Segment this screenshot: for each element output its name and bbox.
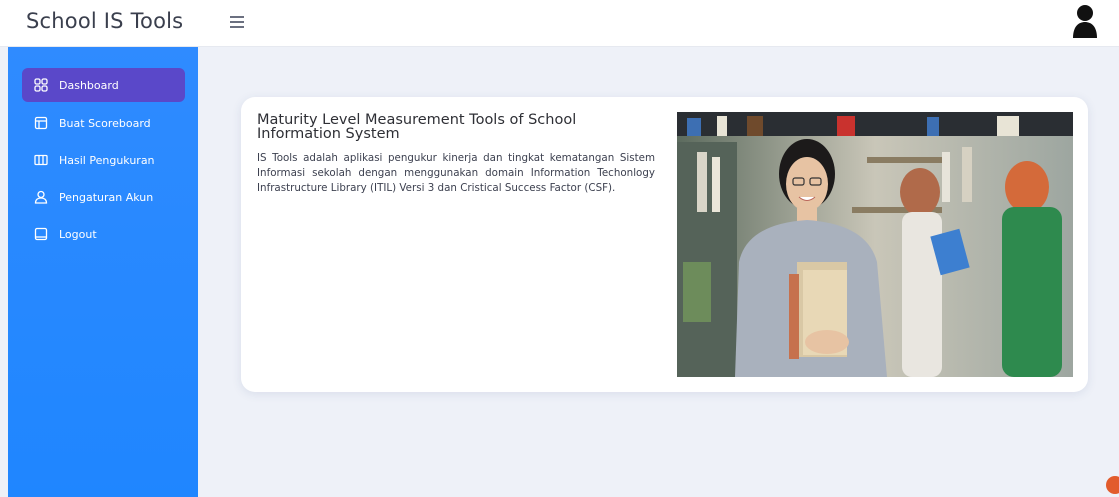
top-navbar: School IS Tools xyxy=(0,0,1119,47)
sidebar-item-label: Logout xyxy=(59,227,97,241)
menu-toggle-icon[interactable] xyxy=(230,16,244,28)
sidebar: Dashboard Buat Scoreboard Hasil Pengukur… xyxy=(8,47,198,497)
sidebar-item-pengaturan-akun[interactable]: Pengaturan Akun xyxy=(22,180,185,214)
sidebar-item-label: Hasil Pengukuran xyxy=(59,153,155,167)
sidebar-item-buat-scoreboard[interactable]: Buat Scoreboard xyxy=(22,106,185,140)
grid-icon xyxy=(34,78,48,92)
page-title: Maturity Level Measurement Tools of Scho… xyxy=(257,112,577,142)
student-photo xyxy=(677,112,1073,377)
sidebar-item-logout[interactable]: Logout xyxy=(22,217,185,251)
user-icon xyxy=(34,190,48,204)
intro-description: IS Tools adalah aplikasi pengukur kinerj… xyxy=(257,152,655,194)
sidebar-item-label: Dashboard xyxy=(59,78,119,92)
square-icon xyxy=(34,227,48,241)
sidebar-item-hasil-pengukuran[interactable]: Hasil Pengukuran xyxy=(22,143,185,177)
app-title[interactable]: School IS Tools xyxy=(26,9,183,33)
layout-icon xyxy=(34,116,48,130)
sidebar-item-label: Buat Scoreboard xyxy=(59,116,151,130)
user-avatar-icon[interactable] xyxy=(1072,4,1098,40)
columns-icon xyxy=(34,154,48,166)
intro-card: Maturity Level Measurement Tools of Scho… xyxy=(241,97,1088,392)
corner-widget-icon[interactable] xyxy=(1106,476,1119,494)
sidebar-item-label: Pengaturan Akun xyxy=(59,190,154,204)
sidebar-item-dashboard[interactable]: Dashboard xyxy=(22,68,185,102)
